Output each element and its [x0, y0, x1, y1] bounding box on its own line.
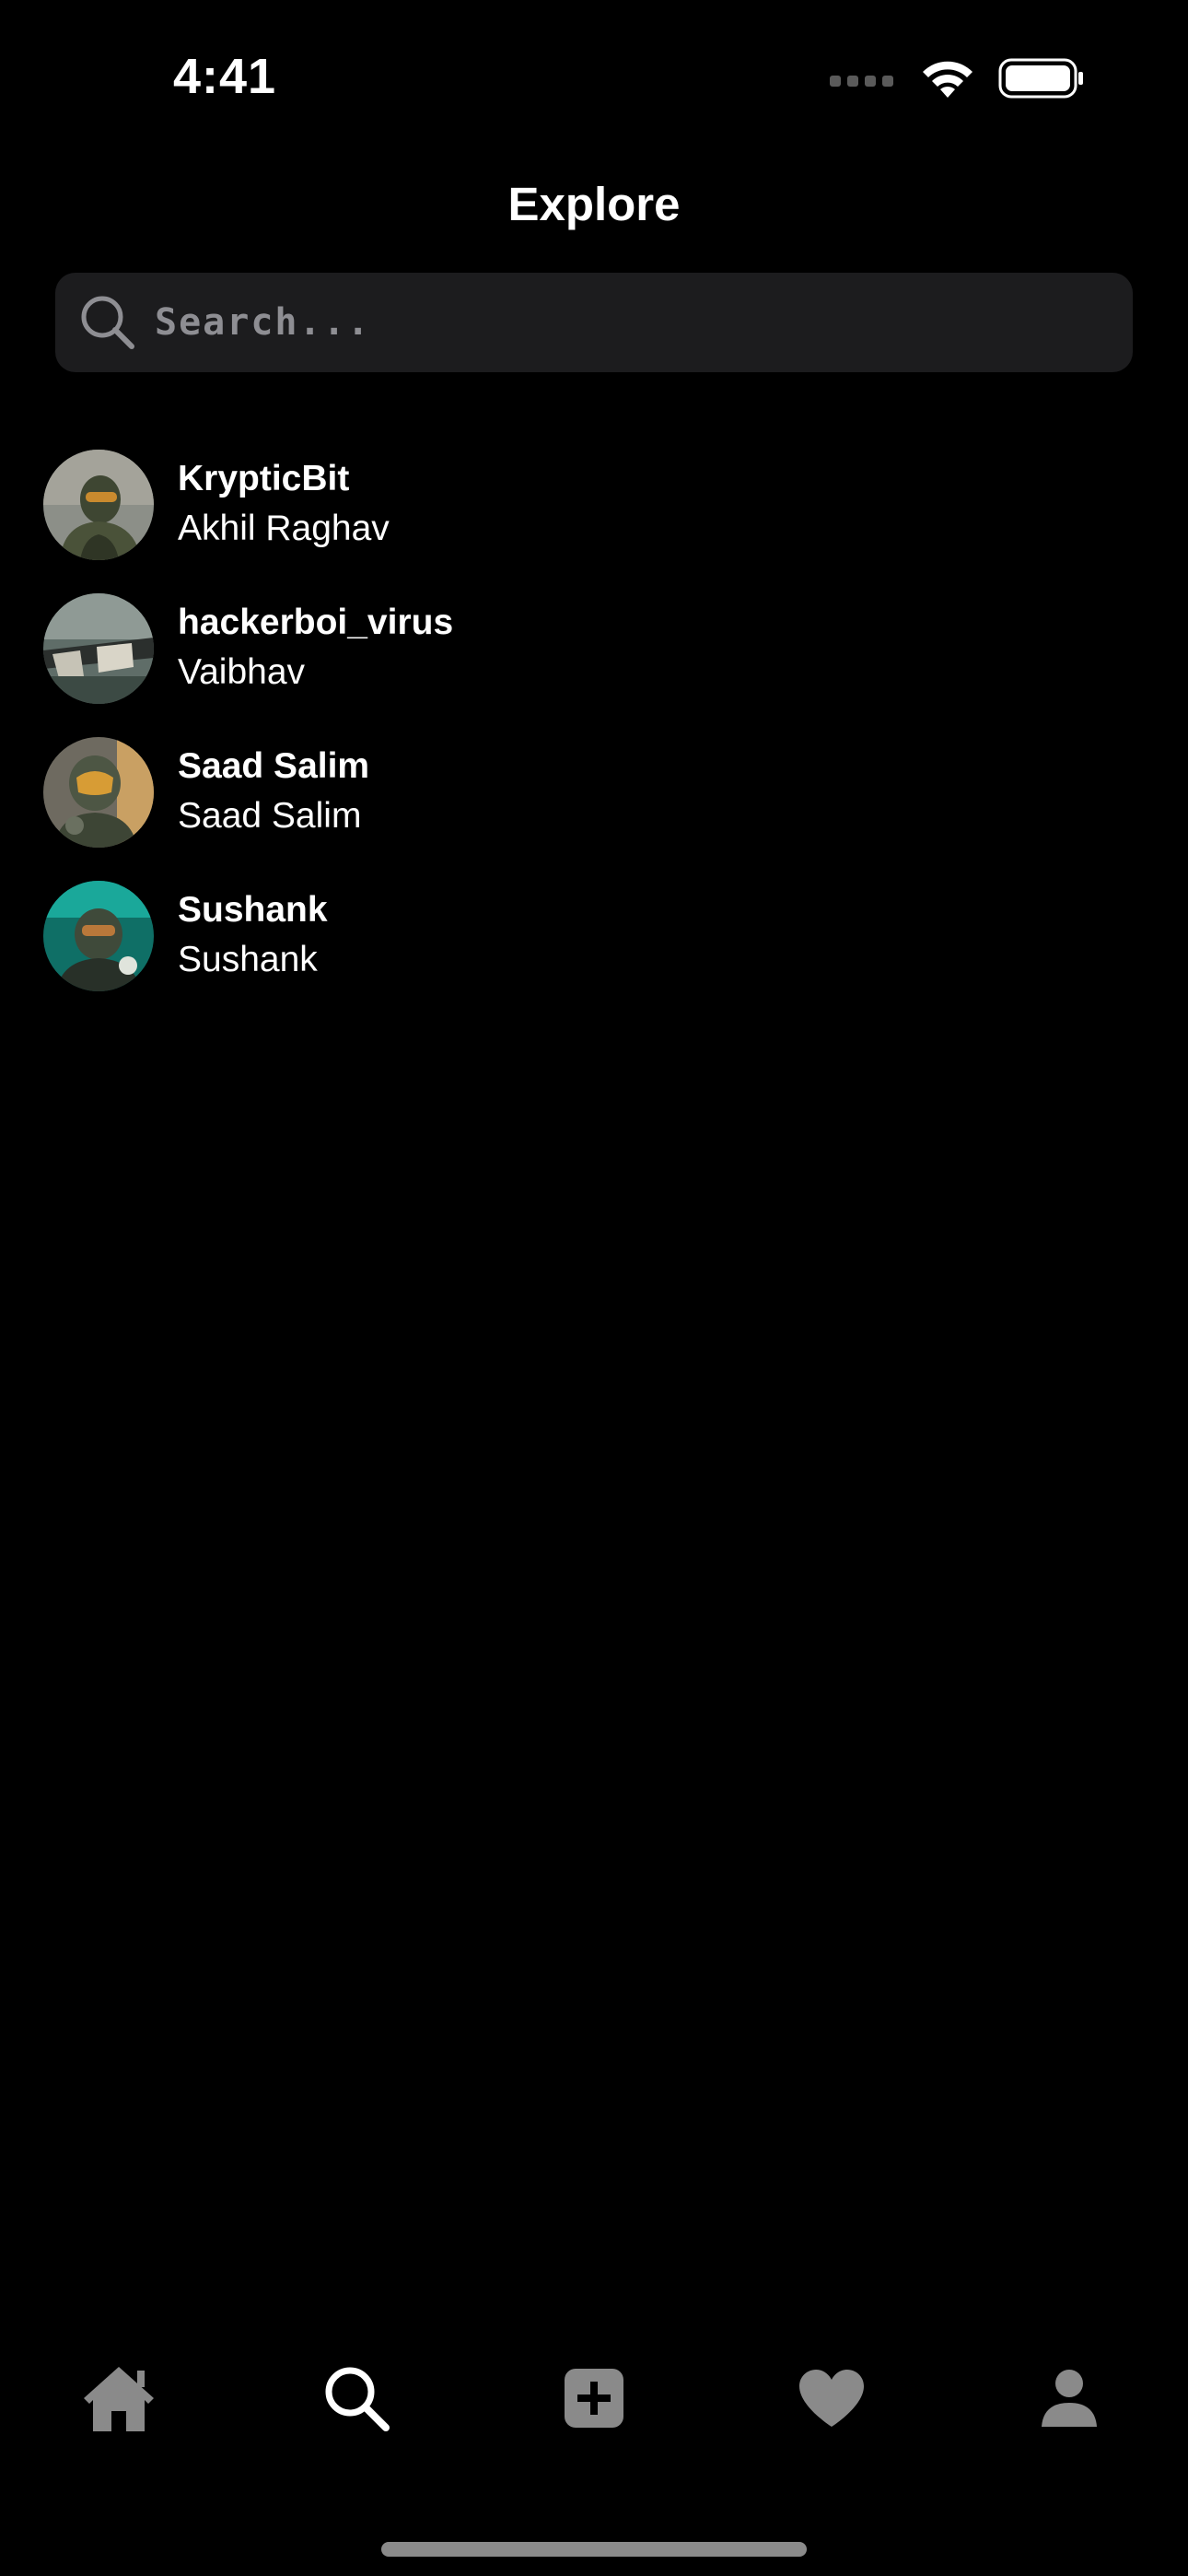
status-icons — [830, 57, 1085, 104]
wifi-icon — [919, 57, 976, 104]
user-text: KrypticBit Akhil Raghav — [178, 455, 390, 555]
full-name: Vaibhav — [178, 652, 306, 692]
username: KrypticBit — [178, 459, 350, 498]
avatar[interactable] — [43, 737, 154, 848]
user-row[interactable]: Saad Salim Saad Salim — [0, 720, 1188, 864]
heart-icon — [798, 2368, 866, 2433]
person-icon — [1040, 2368, 1099, 2433]
search-icon — [76, 290, 140, 355]
user-text: Sushank Sushank — [178, 886, 328, 986]
avatar[interactable] — [43, 593, 154, 704]
tab-profile[interactable] — [1019, 2349, 1120, 2451]
full-name: Akhil Raghav — [178, 509, 390, 548]
user-row[interactable]: Sushank Sushank — [0, 864, 1188, 1008]
user-row[interactable]: KrypticBit Akhil Raghav — [0, 433, 1188, 577]
tab-home[interactable] — [68, 2349, 169, 2451]
battery-icon — [998, 58, 1085, 103]
home-indicator[interactable] — [381, 2542, 807, 2557]
cellular-signal-icon — [830, 75, 893, 87]
status-bar: 4:41 — [0, 0, 1188, 157]
username: Sushank — [178, 890, 328, 930]
status-time: 4:41 — [173, 49, 277, 104]
full-name: Saad Salim — [178, 796, 362, 836]
full-name: Sushank — [178, 940, 318, 979]
username: hackerboi_virus — [178, 603, 454, 642]
tab-explore[interactable] — [306, 2349, 407, 2451]
tab-bar — [0, 2349, 1188, 2451]
user-text: hackerboi_virus Vaibhav — [178, 599, 453, 698]
page-title: Explore — [507, 178, 681, 230]
tab-activity[interactable] — [781, 2349, 882, 2451]
search-icon — [321, 2363, 391, 2438]
plus-square-icon — [563, 2367, 625, 2434]
search-bar[interactable] — [55, 273, 1133, 372]
avatar[interactable] — [43, 881, 154, 991]
search-input[interactable] — [153, 285, 1133, 360]
username: Saad Salim — [178, 746, 370, 786]
user-text: Saad Salim Saad Salim — [178, 743, 369, 842]
user-row[interactable]: hackerboi_virus Vaibhav — [0, 577, 1188, 720]
home-icon — [80, 2363, 157, 2438]
user-list: KrypticBit Akhil Raghav hackerboi_virus … — [0, 433, 1188, 1008]
avatar[interactable] — [43, 450, 154, 560]
tab-create[interactable] — [543, 2349, 645, 2451]
